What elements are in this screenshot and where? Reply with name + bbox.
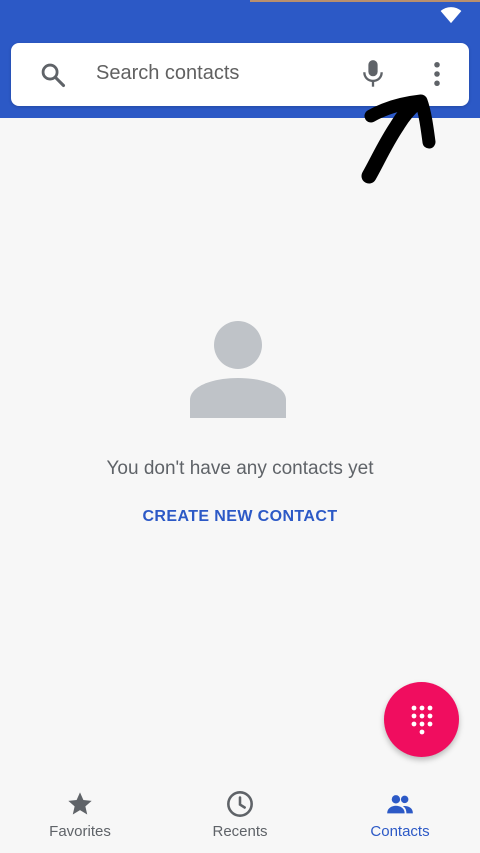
- person-icon: [190, 321, 286, 418]
- mic-icon[interactable]: [359, 59, 387, 89]
- status-bar-accent: [250, 0, 480, 2]
- contacts-screen: Search contacts You don't have any conta…: [0, 0, 480, 853]
- nav-item-contacts[interactable]: Contacts: [320, 778, 480, 853]
- bottom-navigation: Favorites Recents Contacts: [0, 778, 480, 853]
- more-vert-icon[interactable]: [423, 59, 451, 89]
- people-icon: [387, 795, 413, 814]
- hand-drawn-arrow-icon: [361, 94, 436, 184]
- nav-label-recents: Recents: [212, 823, 268, 840]
- nav-item-favorites[interactable]: Favorites: [0, 778, 160, 853]
- search-input[interactable]: Search contacts: [96, 62, 239, 85]
- search-icon[interactable]: [39, 61, 67, 89]
- nav-label-contacts: Contacts: [370, 823, 430, 840]
- clock-icon: [227, 791, 253, 817]
- dialpad-icon: [411, 705, 433, 735]
- create-new-contact-button[interactable]: CREATE NEW CONTACT: [0, 508, 480, 526]
- nav-item-recents[interactable]: Recents: [160, 778, 320, 853]
- wifi-icon: [440, 7, 462, 24]
- empty-state-message: You don't have any contacts yet: [106, 458, 374, 479]
- nav-label-favorites: Favorites: [49, 823, 111, 840]
- dialpad-button[interactable]: [384, 682, 459, 757]
- star-icon: [68, 792, 92, 815]
